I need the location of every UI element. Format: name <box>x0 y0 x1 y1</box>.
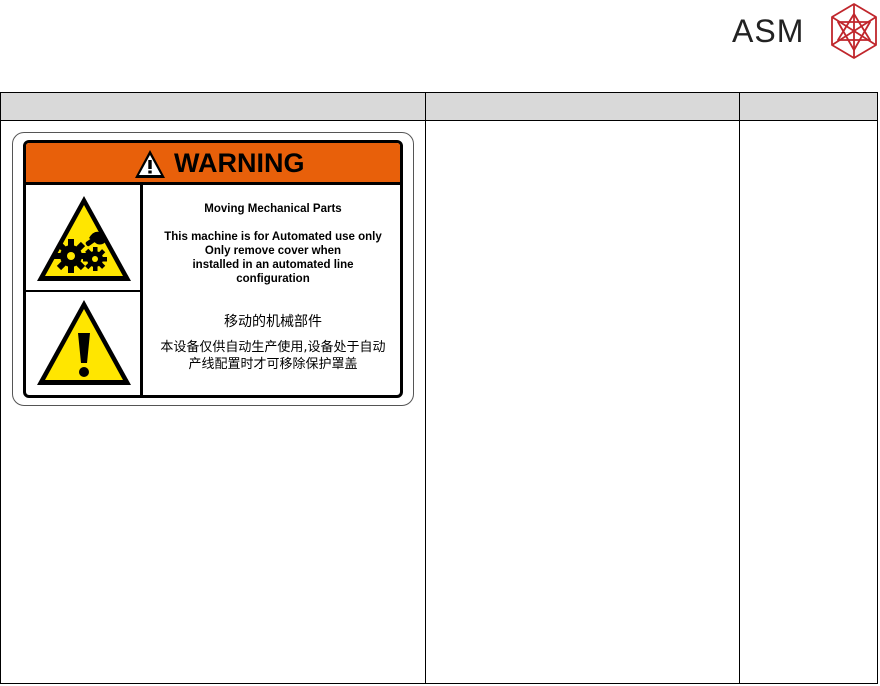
hazard-symbols-column <box>26 185 143 395</box>
warning-title-en: Moving Mechanical Parts <box>204 203 342 215</box>
general-warning-icon <box>37 300 131 385</box>
logo-text: ASM <box>732 13 805 49</box>
warning-label-frame: WARNING Moving Mechanical Parts This mac… <box>23 140 403 398</box>
moving-gears-hazard-icon <box>37 196 131 281</box>
table-header-row <box>1 93 877 121</box>
asm-logo-mark-icon <box>831 3 877 59</box>
alert-icon <box>135 150 165 178</box>
column-divider <box>739 93 740 683</box>
warning-title-cn: 移动的机械部件 <box>224 314 322 330</box>
warning-label-image: WARNING Moving Mechanical Parts This mac… <box>12 132 414 406</box>
hazard-divider <box>26 290 143 292</box>
column-divider <box>425 93 426 683</box>
warning-banner-text: WARNING <box>174 148 305 178</box>
warning-banner: WARNING <box>26 143 400 185</box>
warning-body-cn: 本设备仅供自动生产使用,设备处于自动 产线配置时才可移除保护罩盖 <box>160 340 386 372</box>
warning-body-en: This machine is for Automated use only O… <box>164 231 382 285</box>
asm-logo: ASM <box>732 2 880 60</box>
